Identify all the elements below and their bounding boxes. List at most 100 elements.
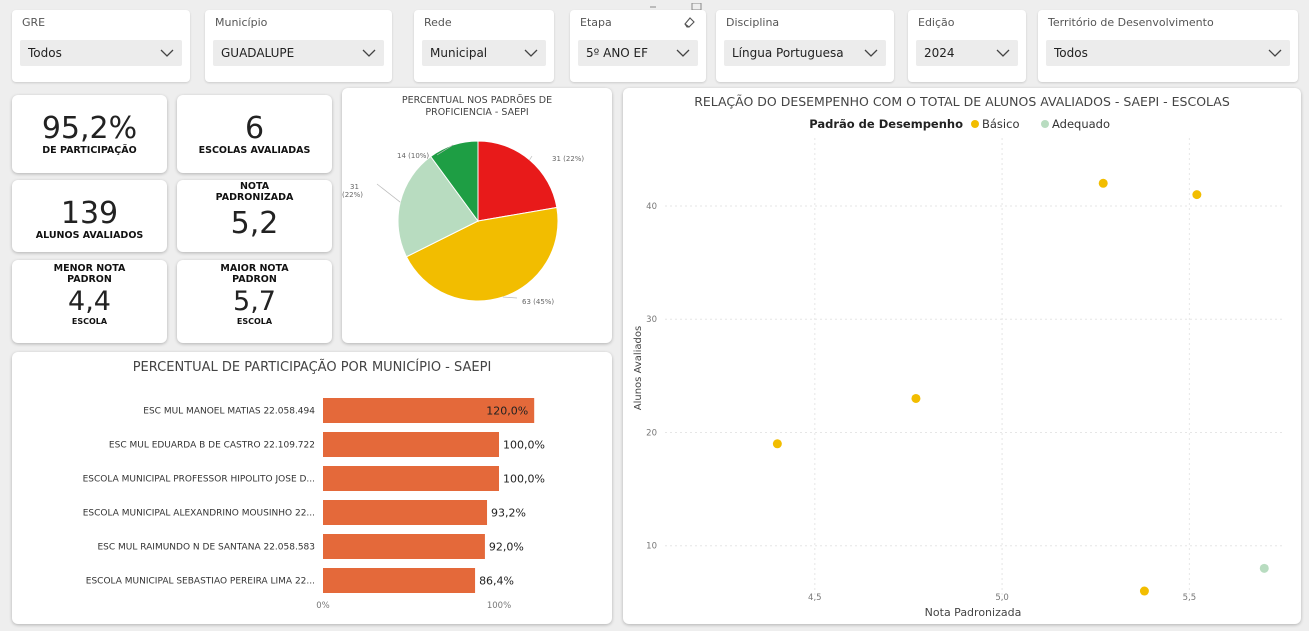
scatter-chart: Padrão de Desempenho Básico Adequado 10 20 30… xyxy=(633,117,1283,619)
y-tick-label: 30 xyxy=(646,315,657,325)
legend-marker xyxy=(971,120,979,128)
scatter-point xyxy=(1098,178,1108,188)
bar-value-label: 100,0% xyxy=(503,473,545,486)
chevron-down-icon xyxy=(362,49,376,57)
x-axis-title: Nota Padronizada xyxy=(925,606,1022,619)
pie-leader-line xyxy=(502,296,518,299)
pie-data-label: 31 (22%) xyxy=(552,155,584,163)
legend-item-label: Adequado xyxy=(1052,117,1110,131)
kpi-label: ESCOLAS AVALIADAS xyxy=(198,145,311,156)
bar-value-label: 93,2% xyxy=(491,507,526,520)
kpi-label: PADRON xyxy=(67,273,112,285)
kpi-label: ALUNOS AVALIADOS xyxy=(35,230,144,241)
pie-data-label: 63 (45%) xyxy=(522,298,554,306)
chevron-down-icon xyxy=(864,49,878,57)
bar-category-label: ESCOLA MUNICIPAL SEBASTIAO PEREIRA LIMA … xyxy=(86,577,315,587)
pie-leader-line xyxy=(529,155,533,161)
kpi-sublabel: ESCOLA xyxy=(71,316,108,326)
kpi-value: 5,7 xyxy=(233,285,276,317)
kpi-value: 4,4 xyxy=(68,285,111,317)
disciplina-dropdown[interactable]: Língua Portuguesa xyxy=(724,40,886,66)
bar-chart: ESC MUL MANOEL MATIAS 22.058.494 120,0% ES… xyxy=(83,398,545,611)
kpi-value: 95,2% xyxy=(41,111,138,146)
filter-label: GRE xyxy=(22,16,46,29)
bar-value-label: 100,0% xyxy=(503,439,545,452)
kpi-escolas: 6 ESCOLAS AVALIADAS xyxy=(177,95,332,173)
bar-value-label: 86,4% xyxy=(479,575,514,588)
gre-dropdown[interactable]: Todos xyxy=(20,40,182,66)
filter-label: Município xyxy=(215,16,268,29)
filter-etapa: Etapa 5º ANO EF xyxy=(570,10,706,82)
scatter-point xyxy=(911,393,921,403)
filter-label: Rede xyxy=(424,16,452,29)
pie-slice xyxy=(477,140,558,222)
x-tick-label: 4,5 xyxy=(808,593,822,603)
pie-leader-line xyxy=(376,183,401,203)
etapa-dropdown[interactable]: 5º ANO EF xyxy=(578,40,698,66)
legend-item-label: Básico xyxy=(982,117,1019,131)
kpi-sublabel: ESCOLA xyxy=(236,316,273,326)
bar-category-label: ESCOLA MUNICIPAL PROFESSOR HIPOLITO JOSE… xyxy=(83,475,315,485)
dropdown-value: GUADALUPE xyxy=(221,46,295,60)
filter-edicao: Edição 2024 xyxy=(908,10,1026,82)
bar xyxy=(323,568,476,593)
scatter-point xyxy=(772,439,782,449)
pie-data-label: 14 (10%) xyxy=(397,152,429,160)
filter-territorio: Território de Desenvolvimento Todos xyxy=(1038,10,1298,82)
bar-category-label: ESC MUL EDUARDA B DE CASTRO 22.109.722 xyxy=(109,441,315,451)
chevron-down-icon xyxy=(676,49,690,57)
legend-marker xyxy=(1041,120,1049,128)
y-axis-title: Alunos Avaliados xyxy=(633,326,644,410)
chevron-down-icon xyxy=(996,49,1010,57)
filter-label: Território de Desenvolvimento xyxy=(1048,16,1214,29)
edicao-dropdown[interactable]: 2024 xyxy=(916,40,1018,66)
kpi-value: 139 xyxy=(60,196,119,231)
bar xyxy=(323,500,488,525)
bar-chart-card: PERCENTUAL DE PARTICIPAÇÃO POR MUNICÍPIO… xyxy=(12,352,612,624)
x-tick-label: 5,0 xyxy=(995,593,1009,603)
y-tick-label: 10 xyxy=(646,542,657,552)
kpi-maior: MAIOR NOTA PADRON 5,7 ESCOLA xyxy=(177,260,332,343)
bar xyxy=(323,432,499,457)
territorio-dropdown[interactable]: Todos xyxy=(1046,40,1290,66)
chevron-down-icon xyxy=(1268,49,1282,57)
kpi-label: PADRON xyxy=(232,273,277,285)
scatter-chart-card: RELAÇÃO DO DESEMPENHO COM O TOTAL DE ALU… xyxy=(623,88,1301,624)
dropdown-value: Todos xyxy=(28,46,62,60)
dropdown-value: Municipal xyxy=(430,46,488,60)
bar-category-label: ESCOLA MUNICIPAL ALEXANDRINO MOUSINHO 22… xyxy=(83,509,315,519)
kpi-participacao: 95,2% DE PARTICIPAÇÃO xyxy=(12,95,167,173)
legend-title: Padrão de Desempenho xyxy=(809,117,963,131)
eraser-icon[interactable] xyxy=(682,15,696,29)
filter-label: Edição xyxy=(918,16,955,29)
dropdown-value: 2024 xyxy=(924,46,955,60)
filter-disciplina: Disciplina Língua Portuguesa xyxy=(716,10,894,82)
scatter-point xyxy=(1259,563,1269,573)
filter-label: Disciplina xyxy=(726,16,780,29)
kpi-value: 6 xyxy=(244,111,265,146)
pie-chart-card: PERCENTUAL NOS PADRÕES DE PROFICIENCIA -… xyxy=(342,88,612,343)
dropdown-value: Língua Portuguesa xyxy=(732,46,844,60)
kpi-alunos: 139 ALUNOS AVALIADOS xyxy=(12,180,167,252)
municipio-dropdown[interactable]: GUADALUPE xyxy=(213,40,384,66)
dropdown-value: Todos xyxy=(1054,46,1088,60)
filter-gre: GRE Todos xyxy=(12,10,190,82)
kpi-label: PADRONIZADA xyxy=(215,191,294,203)
x-tick-label: 5,5 xyxy=(1183,593,1197,603)
chevron-down-icon xyxy=(160,49,174,57)
bar-category-label: ESC MUL MANOEL MATIAS 22.058.494 xyxy=(143,407,315,417)
x-tick-label: 0% xyxy=(316,601,330,611)
bar xyxy=(323,466,499,491)
y-tick-label: 40 xyxy=(646,202,657,212)
scatter-point xyxy=(1192,190,1202,200)
scatter-point xyxy=(1139,586,1149,596)
bar xyxy=(323,534,485,559)
kpi-nota: NOTA PADRONIZADA 5,2 xyxy=(177,180,332,252)
chevron-down-icon xyxy=(524,49,538,57)
filter-label: Etapa xyxy=(580,16,612,29)
dropdown-value: 5º ANO EF xyxy=(586,46,649,60)
bar-value-label: 120,0% xyxy=(486,405,528,418)
filter-municipio: Município GUADALUPE xyxy=(205,10,392,82)
bar-value-label: 92,0% xyxy=(489,541,524,554)
rede-dropdown[interactable]: Municipal xyxy=(422,40,546,66)
